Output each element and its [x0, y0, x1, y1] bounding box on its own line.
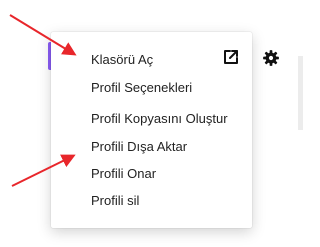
menu-item-repair-profile[interactable]: Profili Onar	[51, 159, 252, 187]
menu-item-delete-profile[interactable]: Profili sil	[51, 186, 252, 214]
menu-item-label: Klasörü Aç	[91, 51, 154, 67]
gear-icon[interactable]	[262, 49, 280, 67]
menu-item-profile-options[interactable]: Profil Seçenekleri	[51, 73, 252, 101]
menu-item-label: Profil Seçenekleri	[91, 79, 193, 95]
panel-edge	[298, 56, 303, 130]
open-external-icon[interactable]	[222, 48, 240, 66]
menu-item-label: Profili Dışa Aktar	[91, 138, 188, 154]
menu-item-duplicate-profile[interactable]: Profil Kopyasını Oluştur	[51, 104, 252, 132]
menu-item-label: Profili Onar	[91, 165, 157, 181]
menu-item-label: Profil Kopyasını Oluştur	[91, 110, 228, 126]
menu-item-export-profile[interactable]: Profili Dışa Aktar	[51, 132, 252, 160]
menu-item-label: Profili sil	[91, 192, 140, 208]
